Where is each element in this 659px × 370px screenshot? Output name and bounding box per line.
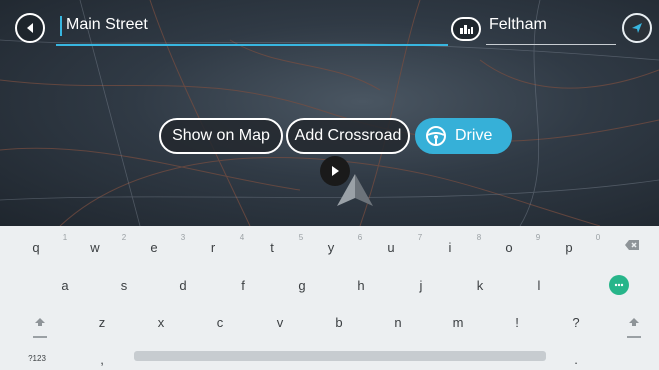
key-row2-2[interactable]: d <box>163 278 203 293</box>
key-hint-4: 5 <box>298 233 304 242</box>
key-hint-5: 6 <box>357 233 363 242</box>
add-crossroad-button[interactable]: Add Crossroad <box>286 118 410 154</box>
add-crossroad-label: Add Crossroad <box>294 127 402 144</box>
navigation-arrow-icon <box>632 23 642 33</box>
search-input[interactable]: Main Street <box>66 16 148 34</box>
drive-label: Drive <box>455 127 493 144</box>
map-view[interactable]: Main Street Feltham Show on Map Add Cros… <box>0 0 659 226</box>
key-row1-8[interactable]: o <box>489 240 529 255</box>
shift-key-right[interactable] <box>624 312 644 332</box>
comma-key[interactable]: , <box>82 352 122 367</box>
key-hint-7: 8 <box>476 233 482 242</box>
key-hint-2: 3 <box>180 233 186 242</box>
shift-icon <box>35 318 45 326</box>
symbols-key[interactable]: ?123 <box>22 354 52 363</box>
key-row1-3[interactable]: r <box>193 240 233 255</box>
on-screen-keyboard: q 1 w 2 e 3 r 4 t 5 y 6 u 7 i 8 o 9 p 0 a s d f g h j k l z x c v b n m!? ?… <box>0 226 659 370</box>
key-row2-7[interactable]: k <box>460 278 500 293</box>
key-row3-8[interactable]: ? <box>556 315 596 330</box>
key-row2-6[interactable]: j <box>401 278 441 293</box>
key-row2-1[interactable]: s <box>104 278 144 293</box>
key-row1-6[interactable]: u <box>371 240 411 255</box>
key-row2-8[interactable]: l <box>519 278 559 293</box>
key-hint-8: 9 <box>535 233 541 242</box>
period-key[interactable]: . <box>556 352 596 367</box>
key-row3-5[interactable]: n <box>378 315 418 330</box>
text-cursor <box>60 16 62 36</box>
current-position-arrow-icon <box>337 174 373 206</box>
search-input-underline <box>56 44 448 46</box>
key-row2-0[interactable]: a <box>45 278 85 293</box>
poi-button[interactable] <box>451 17 481 41</box>
key-row3-7[interactable]: ! <box>497 315 537 330</box>
shift-underline-right <box>627 336 641 338</box>
go-icon <box>614 283 624 287</box>
key-row1-1[interactable]: w <box>75 240 115 255</box>
back-arrow-icon <box>27 23 33 33</box>
key-row2-5[interactable]: h <box>341 278 381 293</box>
key-row3-4[interactable]: b <box>319 315 359 330</box>
key-hint-0: 1 <box>62 233 68 242</box>
shift-icon <box>629 318 639 326</box>
key-row3-0[interactable]: z <box>82 315 122 330</box>
drive-button[interactable]: Drive <box>415 118 512 154</box>
shift-underline-left <box>33 336 47 338</box>
key-row1-5[interactable]: y <box>311 240 351 255</box>
key-row1-9[interactable]: p <box>549 240 589 255</box>
key-hint-6: 7 <box>417 233 423 242</box>
key-hint-1: 2 <box>121 233 127 242</box>
key-row1-4[interactable]: t <box>252 240 292 255</box>
key-row3-1[interactable]: x <box>141 315 181 330</box>
key-row1-7[interactable]: i <box>430 240 470 255</box>
shift-key-left[interactable] <box>30 312 50 332</box>
key-row1-0[interactable]: q <box>16 240 56 255</box>
backspace-icon[interactable] <box>624 239 640 251</box>
key-row3-2[interactable]: c <box>200 315 240 330</box>
key-row3-3[interactable]: v <box>260 315 300 330</box>
back-button[interactable] <box>15 13 45 43</box>
key-row2-4[interactable]: g <box>282 278 322 293</box>
poi-icon <box>460 25 473 34</box>
space-bar[interactable] <box>134 351 546 361</box>
key-row3-6[interactable]: m <box>438 315 478 330</box>
navigation-button[interactable] <box>622 13 652 43</box>
key-hint-9: 0 <box>595 233 601 242</box>
show-on-map-label: Show on Map <box>172 127 270 144</box>
key-row1-2[interactable]: e <box>134 240 174 255</box>
search-area-location[interactable]: Feltham <box>489 16 547 34</box>
location-underline <box>486 44 616 45</box>
show-on-map-button[interactable]: Show on Map <box>159 118 283 154</box>
go-key[interactable] <box>609 275 629 295</box>
steering-wheel-icon <box>426 126 446 146</box>
key-hint-3: 4 <box>239 233 245 242</box>
key-row2-3[interactable]: f <box>223 278 263 293</box>
